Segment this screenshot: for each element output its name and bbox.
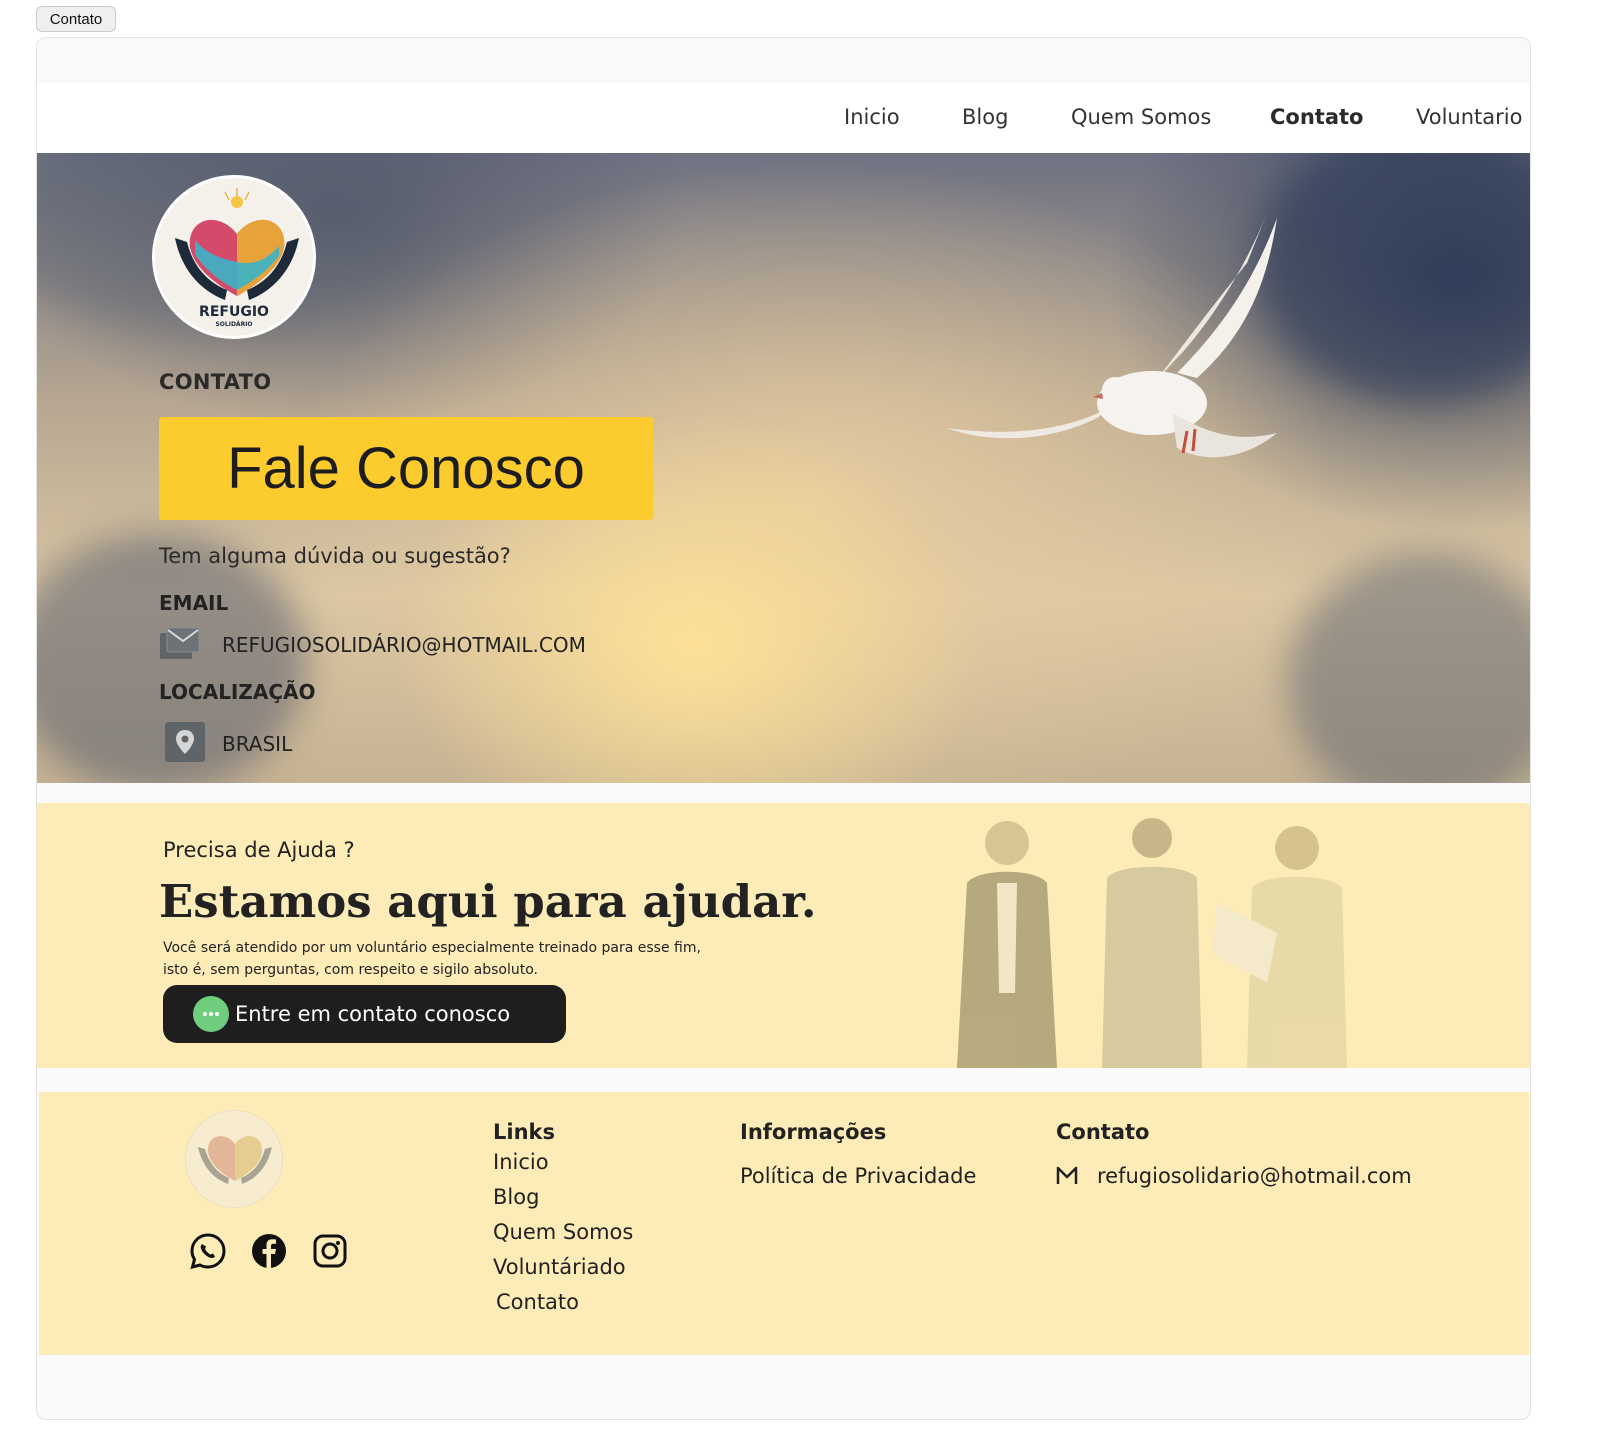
footer-logo bbox=[185, 1110, 283, 1208]
page-frame: Inicio Blog Quem Somos Contato Voluntari… bbox=[36, 37, 1531, 1420]
footer-link-contato[interactable]: Contato bbox=[496, 1290, 579, 1314]
logo-subtext: SOLIDÁRIO bbox=[215, 321, 253, 328]
help-pre-title: Precisa de Ajuda ? bbox=[163, 838, 355, 862]
tab-contato[interactable]: Contato bbox=[36, 6, 116, 32]
footer-link-privacy-policy[interactable]: Política de Privacidade bbox=[740, 1164, 976, 1188]
email-label: EMAIL bbox=[159, 591, 229, 615]
nav-link-quem-somos[interactable]: Quem Somos bbox=[1071, 105, 1211, 129]
envelope-icon bbox=[160, 627, 200, 659]
people-image bbox=[957, 818, 1347, 1068]
navbar: Inicio Blog Quem Somos Contato Voluntari… bbox=[37, 83, 1530, 153]
footer-contact-title: Contato bbox=[1056, 1120, 1150, 1144]
hero-question: Tem alguma dúvida ou sugestão? bbox=[159, 544, 511, 568]
location-label: LOCALIZAÇÃO bbox=[159, 680, 316, 704]
location-value: BRASIL bbox=[222, 732, 293, 756]
contact-us-button-label: Entre em contato conosco bbox=[235, 1002, 511, 1026]
nav-link-inicio[interactable]: Inicio bbox=[844, 105, 900, 129]
hero-title: Fale Conosco bbox=[227, 436, 585, 501]
hero-title-box: Fale Conosco bbox=[159, 417, 653, 520]
footer-link-quem-somos[interactable]: Quem Somos bbox=[493, 1220, 633, 1244]
footer-info-title: Informações bbox=[740, 1120, 887, 1144]
facebook-icon[interactable] bbox=[250, 1232, 288, 1270]
footer: Links Inicio Blog Quem Somos Voluntáriad… bbox=[39, 1092, 1529, 1355]
nav-link-contato[interactable]: Contato bbox=[1270, 105, 1363, 129]
nav-link-voluntario[interactable]: Voluntario bbox=[1416, 105, 1522, 129]
footer-link-voluntariado[interactable]: Voluntáriado bbox=[493, 1255, 626, 1279]
whatsapp-icon[interactable] bbox=[189, 1232, 227, 1270]
nav-link-blog[interactable]: Blog bbox=[962, 105, 1008, 129]
instagram-icon[interactable] bbox=[311, 1232, 349, 1270]
footer-links-title: Links bbox=[493, 1120, 555, 1144]
footer-link-inicio[interactable]: Inicio bbox=[493, 1150, 549, 1174]
hero-section-label: CONTATO bbox=[159, 370, 272, 394]
map-pin-icon bbox=[165, 722, 205, 762]
hero-cloud bbox=[1287, 553, 1530, 783]
footer-link-blog[interactable]: Blog bbox=[493, 1185, 539, 1209]
contact-us-button[interactable]: Entre em contato conosco bbox=[163, 985, 566, 1043]
logo-text: REFUGIO bbox=[199, 304, 269, 320]
help-title: Estamos aqui para ajudar. bbox=[159, 875, 817, 928]
footer-contact-email[interactable]: refugiosolidario@hotmail.com bbox=[1097, 1164, 1412, 1188]
heart-hands-icon bbox=[198, 1136, 272, 1184]
help-description: Você será atendido por um voluntário esp… bbox=[163, 940, 701, 978]
email-value[interactable]: REFUGIOSOLIDÁRIO@HOTMAIL.COM bbox=[222, 633, 586, 657]
frame-top-bar bbox=[37, 38, 1530, 83]
chat-bubble-icon bbox=[193, 996, 229, 1032]
mail-icon bbox=[1056, 1166, 1078, 1184]
dove-image bbox=[947, 213, 1277, 458]
refugio-logo: REFUGIO SOLIDÁRIO bbox=[152, 175, 316, 339]
hero-section: REFUGIO SOLIDÁRIO CONTATO Fale Conosco T… bbox=[37, 153, 1530, 783]
help-banner: Precisa de Ajuda ? Estamos aqui para aju… bbox=[37, 803, 1530, 1068]
